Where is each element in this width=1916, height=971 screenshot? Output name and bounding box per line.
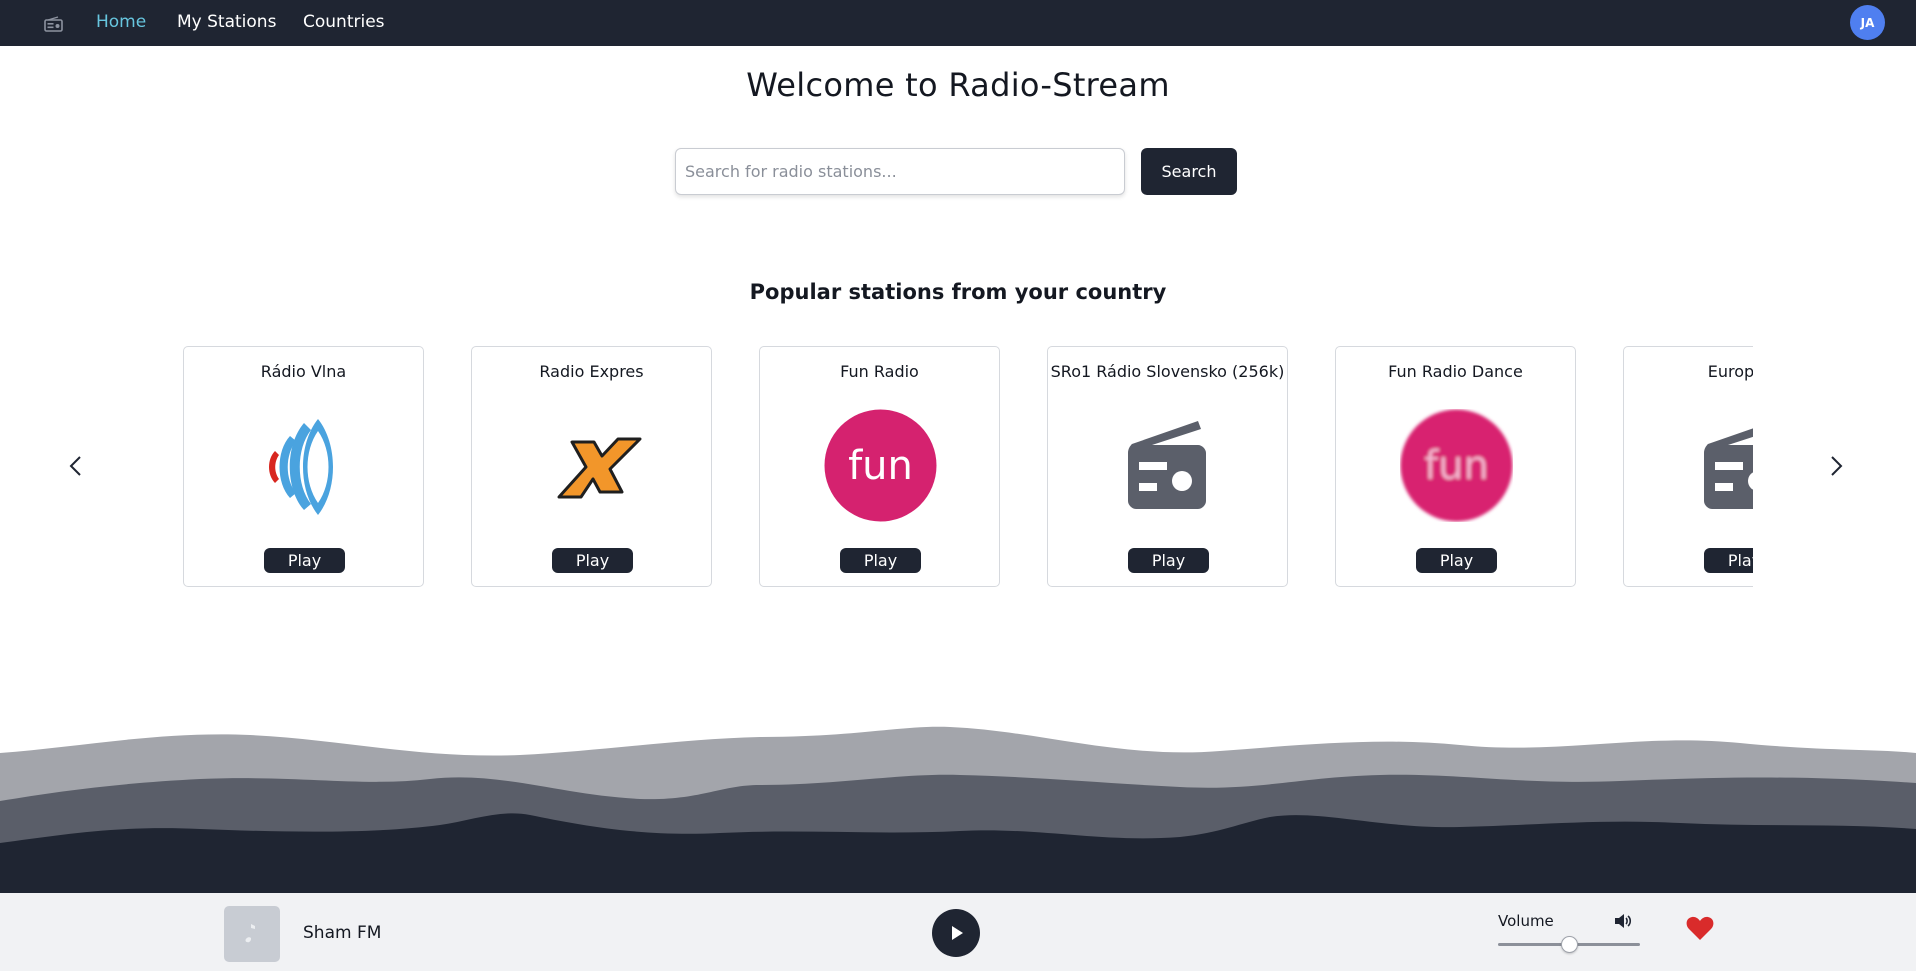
now-playing-station: Sham FM <box>303 923 382 943</box>
volume-label: Volume <box>1498 912 1554 930</box>
play-button[interactable]: Play <box>1704 548 1753 573</box>
search-button[interactable]: Search <box>1141 148 1237 195</box>
fun-radio-logo-blurred: fun <box>1400 409 1513 522</box>
radio-expres-x-logo <box>557 437 642 499</box>
favorite-heart-icon[interactable] <box>1686 915 1714 941</box>
station-name: Europa 2 <box>1707 362 1753 381</box>
player-bar: Sham FM Volume <box>0 893 1916 971</box>
nav-my-stations[interactable]: My Stations <box>177 11 276 33</box>
station-card[interactable]: Fun Radio fun Play <box>759 346 1000 587</box>
radio-vlna-waves-logo <box>269 419 333 515</box>
play-button[interactable]: Play <box>1128 548 1209 573</box>
nav-home[interactable]: Home <box>96 11 146 33</box>
play-icon <box>952 926 963 940</box>
play-button[interactable]: Play <box>552 548 633 573</box>
station-name: Rádio Vlna <box>260 362 347 381</box>
station-name: SRo1 Rádio Slovensko (256k) <box>1050 362 1285 381</box>
station-card[interactable]: Radio Expres Play <box>471 346 712 587</box>
station-card[interactable]: Fun Radio Dance fun Play <box>1335 346 1576 587</box>
music-note-icon <box>245 924 255 943</box>
generic-radio-icon <box>1128 421 1206 509</box>
station-name: Fun Radio Dance <box>1388 362 1523 381</box>
carousel-prev-arrow-icon[interactable] <box>63 453 89 479</box>
page-title: Welcome to Radio-Stream <box>746 66 1170 104</box>
play-button[interactable]: Play <box>264 548 345 573</box>
nav-countries[interactable]: Countries <box>303 11 385 33</box>
search-input[interactable] <box>675 148 1125 195</box>
speaker-icon[interactable] <box>1614 913 1632 929</box>
generic-radio-icon <box>1704 428 1753 509</box>
station-name: Radio Expres <box>539 362 644 381</box>
section-title: Popular stations from your country <box>749 280 1167 304</box>
carousel-next-arrow-icon[interactable] <box>1823 453 1849 479</box>
station-card[interactable]: SRo1 Rádio Slovensko (256k) Play <box>1047 346 1288 587</box>
play-button[interactable]: Play <box>840 548 921 573</box>
stations-carousel: Rádio Vlna Play Radio Expres Play Fun Ra… <box>183 346 1753 588</box>
user-avatar[interactable]: JA <box>1850 5 1885 40</box>
decorative-waves <box>0 726 1916 893</box>
svg-text:fun: fun <box>848 443 913 489</box>
top-navbar: Home My Stations Countries JA <box>0 0 1916 46</box>
station-name: Fun Radio <box>840 362 919 381</box>
radio-icon[interactable] <box>44 16 63 32</box>
svg-text:fun: fun <box>1424 443 1489 489</box>
volume-slider[interactable] <box>1498 936 1640 953</box>
play-button[interactable]: Play <box>1416 548 1497 573</box>
fun-radio-logo: fun <box>824 409 937 522</box>
station-card[interactable]: Rádio Vlna Play <box>183 346 424 587</box>
play-pause-button[interactable] <box>932 909 980 957</box>
station-thumbnail <box>224 906 280 962</box>
volume-slider-thumb[interactable] <box>1561 936 1578 953</box>
station-card[interactable]: Europa 2 Play <box>1623 346 1753 587</box>
